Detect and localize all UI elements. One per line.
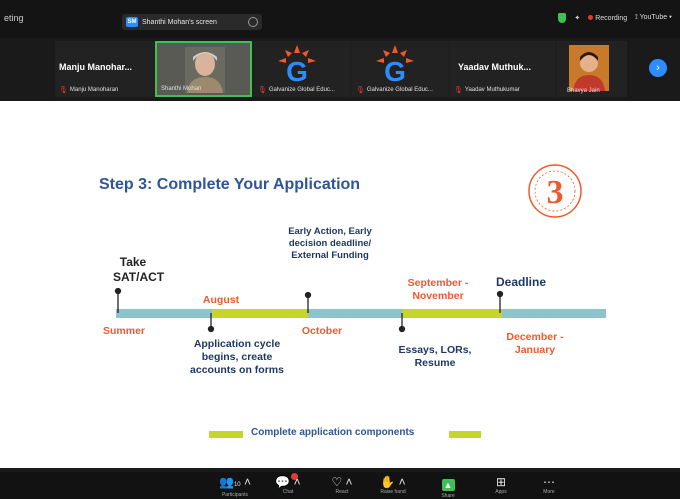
label-take-sat-act: Take SAT/ACT [113,255,165,284]
participant-tile[interactable]: Manju Manohar... 🎙 Manju Manoharan [55,41,154,97]
more-label: More [543,489,555,495]
mic-muted-icon: 🎙 [356,87,365,94]
share-icon: ▲ [441,479,455,491]
more-button[interactable]: ⋯ More [529,475,569,495]
chat-label: Chat [282,489,294,495]
label-summer: Summer [103,325,146,337]
participant-caption: 🎙 Manju Manoharan [59,87,119,94]
participants-button[interactable]: 👥10 ˄ Participants [215,475,255,498]
timeline-axis [116,309,606,318]
mic-muted-icon: 🎙 [59,87,68,94]
youtube-live-indicator[interactable]: ⟟ YouTube ▾ [635,14,672,22]
recording-label: Recording [595,14,628,22]
view-options-icon[interactable] [248,17,258,27]
participant-caption: 🎙 Yaadav Muthukumar [454,87,520,94]
marker-early-action [304,291,312,299]
marker-cycle-begins [207,325,215,333]
participant-name: Yaadav Muthuk... [458,62,532,72]
participants-icon: 👥10 ˄ [219,475,251,489]
label-application-cycle: Application cycle begins, create account… [190,338,284,377]
participants-label: Participants [221,492,249,498]
screen-share-icon: SM [126,17,138,27]
timeline-segment-september [402,309,502,318]
meeting-top-bar: eting SM Shanthi Mohan's screen ✦ Record… [0,0,680,38]
chat-button[interactable]: 💬 ˄ Chat [268,473,308,495]
apps-label: Apps [495,489,507,495]
more-icon: ⋯ [543,475,555,489]
marker-deadline [496,290,504,298]
participant-caption: Bhavya Jain [567,88,600,94]
apps-button[interactable]: ⊞ Apps [481,475,521,495]
legend-swatch-right [449,431,481,438]
svg-text:G: G [384,56,406,85]
galvanize-logo: G [376,45,414,85]
react-icon: ♡ ˄ [331,475,353,489]
meeting-controls: 👥10 ˄ Participants 💬 ˄ Chat ♡ ˄ React ✋ … [0,472,680,499]
participant-caption: 🎙 Galvanize Global Educ... [356,87,433,94]
youtube-label: YouTube [639,14,668,21]
participant-tile[interactable]: G 🎙 Galvanize Global Educ... [352,41,448,97]
mic-muted-icon: 🎙 [258,87,267,94]
timeline-graphic [114,287,606,333]
chat-notification-badge [291,473,298,480]
raise-hand-icon: ✋ ˄ [380,475,406,489]
raise-hand-button[interactable]: ✋ ˄ Raise hand [373,475,413,495]
label-august: August [202,294,240,306]
meeting-title: eting [4,13,24,23]
label-october: October [301,325,343,337]
legend-label: Complete application components [251,427,415,438]
react-label: React [335,489,349,495]
screen-share-pill[interactable]: SM Shanthi Mohan's screen [122,14,262,30]
marker-essays [398,325,406,333]
react-button[interactable]: ♡ ˄ React [322,475,362,495]
participant-caption: Shanthi Mohan [161,86,202,92]
mic-muted-icon: 🎙 [454,87,463,94]
next-participants-button[interactable]: › [649,59,667,77]
timeline-segment-august [212,309,308,318]
participant-strip: Manju Manohar... 🎙 Manju Manoharan Shanth… [55,41,627,97]
screen-share-label: Shanthi Mohan's screen [142,18,217,26]
chevron-right-icon: › [656,62,660,74]
recording-dot-icon [588,15,594,21]
legend-swatch-left [209,431,243,438]
recording-indicator[interactable]: Recording [588,15,627,22]
marker-take-test [114,287,122,295]
participant-tile[interactable]: Yaadav Muthuk... 🎙 Yaadav Muthukumar [450,41,555,97]
security-shield-icon[interactable] [558,13,567,23]
galvanize-logo: G [278,45,316,85]
chat-icon: 💬 ˄ [275,475,301,489]
apps-icon: ⊞ [495,475,507,489]
participant-tile-active[interactable]: Shanthi Mohan [155,41,252,97]
label-deadline: Deadline [496,275,547,289]
share-label: Share [441,493,455,499]
participant-tile[interactable]: G 🎙 Galvanize Global Educ... [254,41,350,97]
label-december-january: December - January [506,331,564,357]
status-area: ✦ Recording ⟟ YouTube ▾ [558,13,672,23]
participant-tile[interactable]: Bhavya Jain [557,41,627,97]
raise-hand-label: Raise hand [380,489,406,495]
participant-name: Manju Manohar... [59,62,133,72]
shared-slide: Step 3: Complete Your Application 3 Take… [0,101,680,468]
participant-caption: 🎙 Galvanize Global Educ... [258,87,335,94]
share-button[interactable]: ▲ Share [428,475,468,499]
svg-text:G: G [286,56,308,85]
label-early-action: Early Action, Early decision deadline/ E… [288,226,372,261]
spark-icon: ✦ [574,15,581,22]
participant-avatar-image [569,45,609,91]
label-september-november: September - November [407,277,469,303]
label-essays-lors-resume: Essays, LORs, Resume [398,344,472,370]
participants-count: 10 [233,482,241,488]
